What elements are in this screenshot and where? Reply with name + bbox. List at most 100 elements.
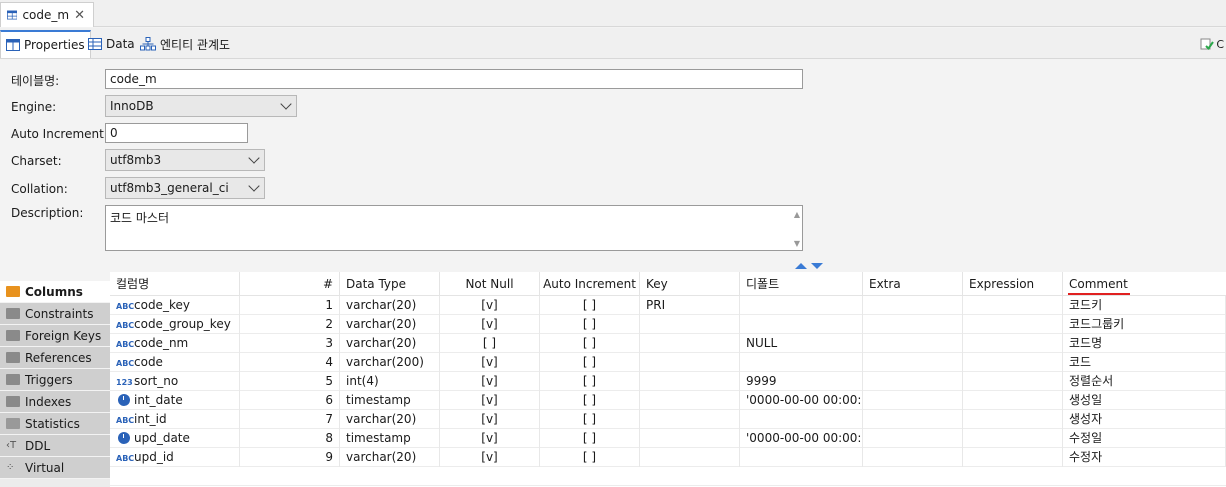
cell-notnull[interactable]: [v] [440,391,540,410]
cell-notnull[interactable]: [ ] [440,334,540,353]
scroll-down-icon[interactable]: ▼ [794,239,800,248]
cell-comment[interactable]: 생성자 [1063,410,1226,429]
cell-num[interactable]: 8 [240,429,340,448]
cell-type[interactable]: int(4) [340,372,440,391]
cell-comment[interactable]: 수정자 [1063,448,1226,467]
column-header-default[interactable]: 디폴트 [740,272,863,296]
cell-name[interactable]: ABCupd_id [110,448,240,467]
cell-comment[interactable]: 코드키 [1063,296,1226,315]
cell-num[interactable]: 6 [240,391,340,410]
collation-select[interactable]: utf8mb3_general_ci [105,177,265,199]
cell-default[interactable]: NULL [740,334,863,353]
cell-default[interactable] [740,315,863,334]
tab-er-diagram[interactable]: 엔티티 관계도 [134,30,236,58]
column-header-data-type[interactable]: Data Type [340,272,440,296]
cell-notnull[interactable]: [v] [440,448,540,467]
nav-item-references[interactable]: References [0,347,110,369]
table-row[interactable]: ABCcode_group_key 2 varchar(20) [v][ ] 코드그룹키 [110,315,1226,334]
nav-item-foreign-keys[interactable]: Foreign Keys [0,325,110,347]
cell-extra[interactable] [863,429,963,448]
cell-extra[interactable] [863,391,963,410]
table-row[interactable]: ABCint_id 7 varchar(20) [v][ ] 생성자 [110,410,1226,429]
column-header-extra[interactable]: Extra [863,272,963,296]
cell-num[interactable]: 1 [240,296,340,315]
cell-key[interactable] [640,429,740,448]
cell-expr[interactable] [963,448,1063,467]
cell-autoinc[interactable]: [ ] [540,353,640,372]
cell-extra[interactable] [863,296,963,315]
cell-key[interactable]: PRI [640,296,740,315]
cell-name[interactable]: ABCint_id [110,410,240,429]
nav-item-virtual[interactable]: ⁘ Virtual [0,457,110,479]
description-textarea[interactable]: 코드 마스터 ▲ ▼ [105,205,803,251]
cell-notnull[interactable]: [v] [440,429,540,448]
cell-extra[interactable] [863,448,963,467]
cell-name[interactable]: 123sort_no [110,372,240,391]
nav-item-ddl[interactable]: ‹T DDL [0,435,110,457]
nav-item-constraints[interactable]: Constraints [0,303,110,325]
cell-name[interactable]: upd_date [110,429,240,448]
cell-type[interactable]: varchar(20) [340,410,440,429]
table-row[interactable]: upd_date 8 timestamp [v][ ] '0000-00-00 00:0… [110,429,1226,448]
engine-select[interactable]: InnoDB [105,95,297,117]
cell-comment[interactable]: 코드명 [1063,334,1226,353]
cell-key[interactable] [640,334,740,353]
cell-key[interactable] [640,410,740,429]
table-row[interactable]: ABCcode_nm 3 varchar(20)[ ][ ] NULL 코드명 [110,334,1226,353]
cell-num[interactable]: 9 [240,448,340,467]
cell-default[interactable] [740,296,863,315]
cell-expr[interactable] [963,410,1063,429]
save-toolbar-button[interactable]: C [1200,37,1224,51]
cell-autoinc[interactable]: [ ] [540,334,640,353]
cell-comment[interactable]: 수정일 [1063,429,1226,448]
cell-default[interactable] [740,448,863,467]
cell-comment[interactable]: 코드그룹키 [1063,315,1226,334]
cell-comment[interactable]: 코드 [1063,353,1226,372]
cell-autoinc[interactable]: [ ] [540,429,640,448]
column-header-auto-increment[interactable]: Auto Increment [540,272,640,296]
cell-default[interactable]: 9999 [740,372,863,391]
cell-default[interactable] [740,410,863,429]
cell-key[interactable] [640,448,740,467]
cell-comment[interactable]: 정렬순서 [1063,372,1226,391]
cell-notnull[interactable]: [v] [440,315,540,334]
cell-num[interactable]: 2 [240,315,340,334]
table-row[interactable]: int_date 6 timestamp [v][ ] '0000-00-00 00:0… [110,391,1226,410]
cell-default[interactable]: '0000-00-00 00:00:00' [740,429,863,448]
cell-notnull[interactable]: [v] [440,296,540,315]
tab-properties[interactable]: Properties [0,30,91,58]
editor-tab-code-m[interactable]: code_m ✕ [0,2,94,27]
scroll-up-icon[interactable]: ▲ [794,210,800,219]
nav-item-indexes[interactable]: Indexes [0,391,110,413]
cell-autoinc[interactable]: [ ] [540,410,640,429]
nav-item-statistics[interactable]: Statistics [0,413,110,435]
cell-comment[interactable]: 생성일 [1063,391,1226,410]
column-header-not-null[interactable]: Not Null [440,272,540,296]
cell-autoinc[interactable]: [ ] [540,296,640,315]
column-header-key[interactable]: Key [640,272,740,296]
cell-name[interactable]: int_date [110,391,240,410]
column-header-expression[interactable]: Expression [963,272,1063,296]
cell-extra[interactable] [863,334,963,353]
cell-default[interactable]: '0000-00-00 00:00:00' [740,391,863,410]
cell-key[interactable] [640,391,740,410]
cell-expr[interactable] [963,296,1063,315]
cell-num[interactable]: 3 [240,334,340,353]
cell-type[interactable]: varchar(200) [340,353,440,372]
cell-autoinc[interactable]: [ ] [540,372,640,391]
cell-expr[interactable] [963,429,1063,448]
cell-extra[interactable] [863,315,963,334]
cell-type[interactable]: varchar(20) [340,296,440,315]
column-header-num[interactable]: # [240,272,340,296]
panel-splitter[interactable] [795,263,823,269]
cell-extra[interactable] [863,410,963,429]
cell-notnull[interactable]: [v] [440,353,540,372]
cell-expr[interactable] [963,334,1063,353]
cell-type[interactable]: varchar(20) [340,448,440,467]
cell-name[interactable]: ABCcode_group_key [110,315,240,334]
cell-name[interactable]: ABCcode_key [110,296,240,315]
table-row[interactable]: ABCcode 4 varchar(200) [v][ ] 코드 [110,353,1226,372]
cell-extra[interactable] [863,372,963,391]
cell-num[interactable]: 4 [240,353,340,372]
auto-increment-input[interactable]: 0 [105,123,248,143]
